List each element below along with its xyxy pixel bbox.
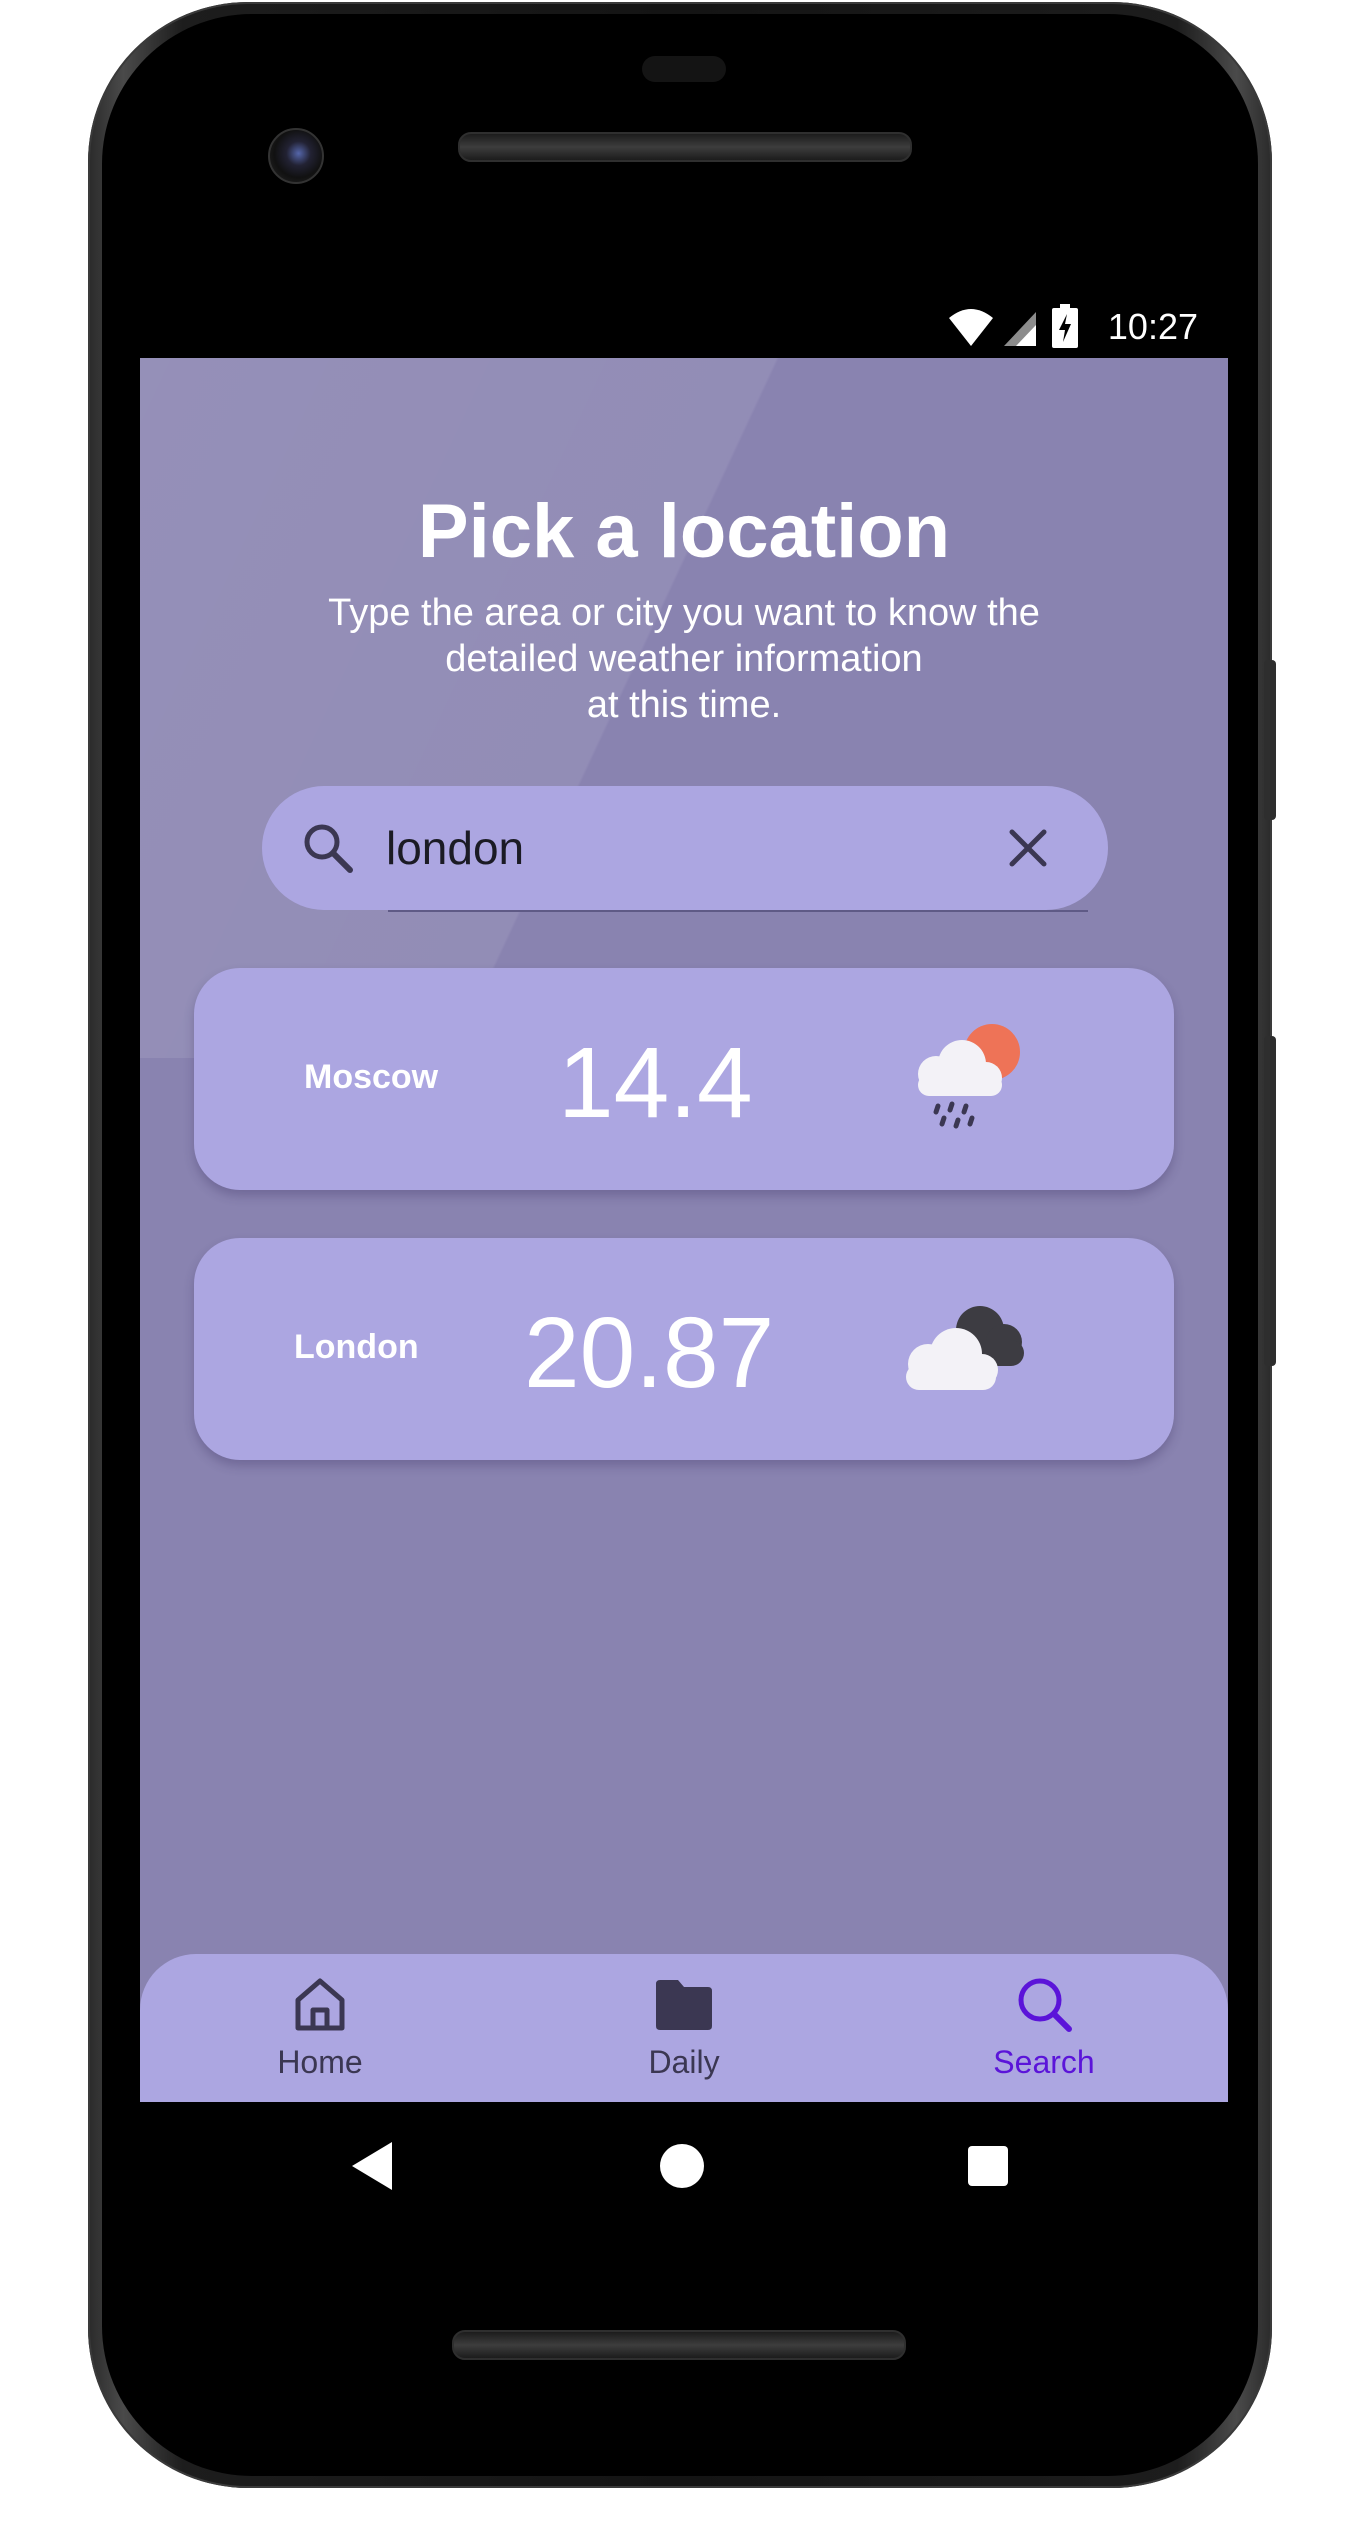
search-icon (1018, 1978, 1072, 2032)
temperature: 20.87 (524, 1297, 775, 1409)
home-icon (295, 1978, 345, 2031)
search-box (262, 786, 1108, 910)
subtitle-line-1: Type the area or city you want to know t… (328, 592, 1040, 634)
nav-label-search: Search (993, 2044, 1095, 2080)
broken-clouds-icon (906, 1306, 1024, 1390)
back-icon[interactable] (350, 2140, 396, 2192)
nav-label-home: Home (277, 2044, 363, 2080)
temperature: 14.4 (558, 1027, 753, 1139)
sun-cloud-rain-icon (918, 1024, 1020, 1129)
page-subtitle: Type the area or city you want to know t… (284, 590, 1084, 728)
cell-signal-icon (1004, 312, 1036, 346)
subtitle-line-2: detailed weather information (445, 638, 923, 680)
app-screen: Pick a location Type the area or city yo… (140, 358, 1228, 2102)
wifi-icon (949, 309, 993, 346)
system-navigation-bar (140, 2102, 1228, 2232)
page-title: Pick a location (417, 489, 951, 574)
front-camera (268, 128, 324, 184)
folder-icon (656, 1980, 712, 2030)
search-icon (304, 824, 353, 873)
volume-button (1264, 1036, 1276, 1366)
city-name: Moscow (304, 1058, 439, 1096)
recents-icon[interactable] (966, 2144, 1010, 2188)
home-circle-icon[interactable] (658, 2142, 706, 2190)
nav-item-search[interactable]: Search (934, 1954, 1154, 2102)
status-bar: 10:27 (140, 296, 1228, 360)
earpiece-speaker (458, 132, 912, 162)
nav-item-home[interactable]: Home (210, 1954, 430, 2102)
bottom-nav: Home Daily Search (140, 1954, 1228, 2102)
city-name: London (294, 1328, 419, 1366)
nav-item-daily[interactable]: Daily (574, 1954, 794, 2102)
close-icon[interactable] (1004, 824, 1052, 872)
search-input[interactable] (386, 808, 986, 888)
battery-charging-icon (1052, 304, 1078, 348)
status-time: 10:27 (1107, 306, 1198, 347)
nav-label-daily: Daily (648, 2044, 720, 2080)
bottom-speaker (452, 2330, 906, 2360)
search-underline (388, 910, 1088, 912)
proximity-sensor (642, 56, 726, 82)
power-button (1264, 660, 1276, 820)
weather-result-card[interactable]: London 20.87 (194, 1238, 1174, 1460)
subtitle-line-3: at this time. (586, 684, 782, 726)
weather-result-card[interactable]: Moscow 14.4 (194, 968, 1174, 1190)
